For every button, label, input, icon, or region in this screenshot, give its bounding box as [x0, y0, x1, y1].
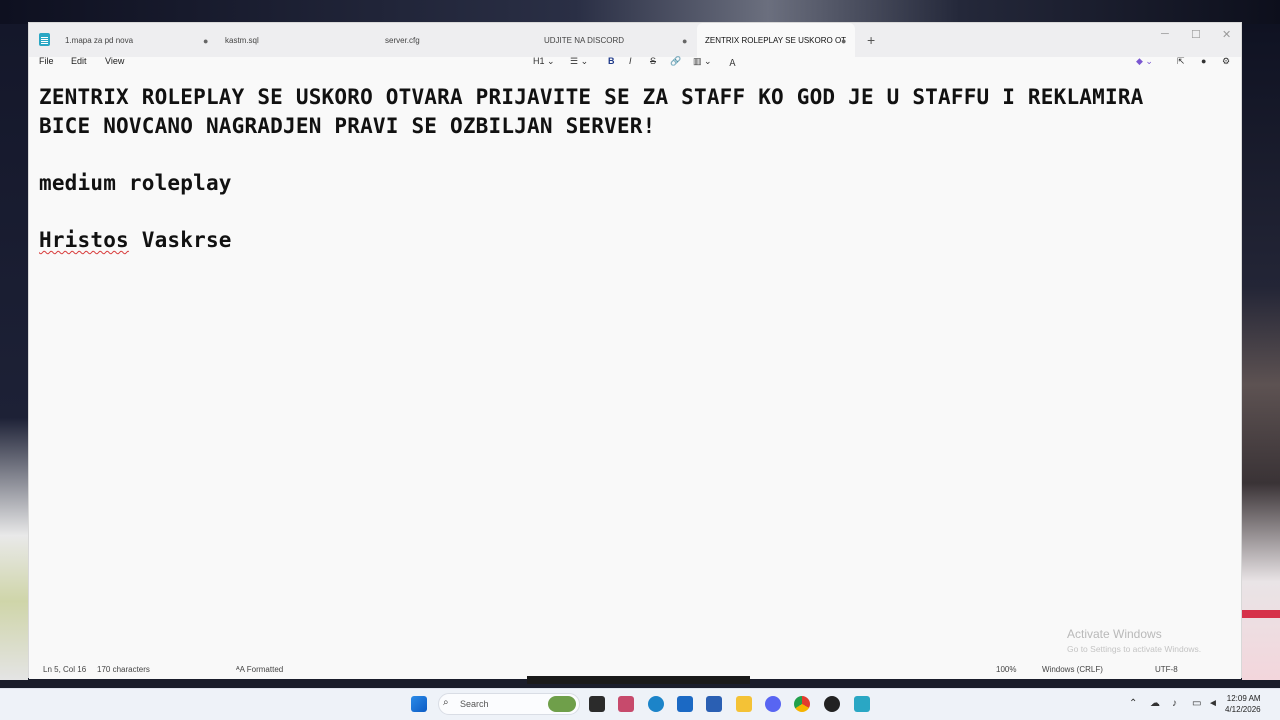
- edge-icon[interactable]: [648, 696, 664, 712]
- document-line: Hristos Vaskrse: [39, 226, 1229, 255]
- list-dropdown-icon[interactable]: ☰ ⌄: [570, 56, 588, 67]
- menu-file[interactable]: File: [39, 56, 54, 66]
- tab-label: ZENTRIX ROLEPLAY SE USKORO OT: [705, 36, 847, 45]
- modified-dot-icon: ●: [203, 36, 209, 46]
- overlay-bar: [527, 676, 750, 684]
- format-status[interactable]: ᴬA Formatted: [236, 665, 283, 674]
- taskbar: [0, 688, 1280, 720]
- notepad-window: 1.mapa za pd nova ● kastm.sql server.cfg…: [28, 22, 1242, 679]
- chrome-icon[interactable]: [794, 696, 810, 712]
- tab-label: kastm.sql: [225, 36, 259, 45]
- menu-bar: [29, 57, 1241, 83]
- widget-icon[interactable]: [548, 696, 576, 712]
- tab-kastm[interactable]: kastm.sql: [217, 23, 377, 57]
- desktop-background-stripe: [1242, 610, 1280, 618]
- document-line: BICE NOVCANO NAGRADJEN PRAVI SE OZBILJAN…: [39, 114, 656, 138]
- notepad-icon: [39, 33, 50, 46]
- volume-icon[interactable]: ◄: [1208, 698, 1218, 709]
- clock-time: 12:09 AM: [1226, 694, 1261, 703]
- table-dropdown-icon[interactable]: ▥ ⌄: [693, 56, 712, 67]
- clock[interactable]: 12:09 AM 4/12/2026: [1225, 693, 1261, 715]
- document-line: medium roleplay: [39, 171, 232, 195]
- modified-dot-icon: ●: [841, 36, 847, 46]
- menu-edit[interactable]: Edit: [71, 56, 87, 66]
- search-label: Search: [460, 699, 489, 709]
- format-label: Formatted: [246, 665, 284, 674]
- line-ending[interactable]: Windows (CRLF): [1042, 665, 1103, 674]
- format-icon: ᴬA: [236, 665, 245, 674]
- link-icon[interactable]: 🔗: [670, 56, 681, 67]
- desktop-background-left: [0, 24, 28, 680]
- tab-label: 1.mapa za pd nova: [65, 36, 134, 45]
- search-icon: ⌕: [443, 697, 449, 708]
- tray-chevron-icon[interactable]: ⌃: [1129, 698, 1137, 709]
- new-tab-icon[interactable]: +: [867, 32, 875, 48]
- tab-discord[interactable]: UDJITE NA DISCORD ●: [536, 23, 696, 57]
- start-icon[interactable]: [411, 696, 427, 712]
- desktop-background-right: [1242, 24, 1280, 680]
- document-word: Vaskrse: [141, 228, 232, 252]
- settings-gear-icon[interactable]: ⚙: [1222, 56, 1230, 67]
- tab-label: server.cfg: [385, 36, 420, 45]
- maximize-icon[interactable]: ☐: [1191, 28, 1201, 41]
- document-editor[interactable]: ZENTRIX ROLEPLAY SE USKORO OTVARA PRIJAV…: [39, 83, 1229, 255]
- clock-date: 4/12/2026: [1225, 705, 1261, 714]
- heading-dropdown[interactable]: H1 ⌄: [533, 56, 555, 67]
- watermark-title: Activate Windows: [1067, 627, 1162, 641]
- misspelled-word: Hristos: [39, 228, 129, 252]
- discord-icon[interactable]: [765, 696, 781, 712]
- store-icon[interactable]: [706, 696, 722, 712]
- microphone-icon[interactable]: ♪: [1172, 698, 1177, 709]
- task-view-icon[interactable]: [589, 696, 605, 712]
- copilot-icon[interactable]: ◆ ⌄: [1136, 56, 1153, 67]
- outlook-icon[interactable]: [677, 696, 693, 712]
- bold-button[interactable]: B: [608, 56, 615, 66]
- notepad-taskbar-icon[interactable]: [854, 696, 870, 712]
- strikethrough-button[interactable]: S: [650, 56, 656, 66]
- tab-label: UDJITE NA DISCORD: [544, 36, 625, 45]
- app-icon[interactable]: [618, 696, 634, 712]
- menu-view[interactable]: View: [105, 56, 124, 66]
- share-icon[interactable]: ⇱: [1177, 56, 1185, 67]
- italic-button[interactable]: I: [629, 56, 632, 66]
- heading-label: H1: [533, 56, 545, 66]
- onedrive-icon[interactable]: ☁: [1150, 698, 1160, 709]
- character-count: 170 characters: [97, 665, 150, 674]
- desktop-background-top: [0, 0, 1280, 24]
- encoding[interactable]: UTF-8: [1155, 665, 1178, 674]
- modified-dot-icon: ●: [682, 36, 688, 46]
- close-icon[interactable]: ✕: [1222, 28, 1231, 41]
- steam-icon[interactable]: [824, 696, 840, 712]
- zoom-level[interactable]: 100%: [996, 665, 1016, 674]
- watermark-subtitle: Go to Settings to activate Windows.: [1067, 644, 1202, 654]
- explorer-icon[interactable]: [736, 696, 752, 712]
- activate-windows-watermark: Activate Windows Go to Settings to activ…: [1067, 627, 1201, 654]
- account-icon[interactable]: ●: [1201, 56, 1206, 66]
- tab-mapa[interactable]: 1.mapa za pd nova ●: [57, 23, 217, 57]
- minimize-icon[interactable]: ─: [1161, 28, 1169, 40]
- cursor-position: Ln 5, Col 16: [43, 665, 87, 674]
- tab-server-cfg[interactable]: server.cfg: [377, 23, 537, 57]
- network-icon[interactable]: ▭: [1192, 698, 1201, 709]
- tab-zentrix[interactable]: ZENTRIX ROLEPLAY SE USKORO OT ●: [697, 23, 855, 57]
- document-line: ZENTRIX ROLEPLAY SE USKORO OTVARA PRIJAV…: [39, 85, 1144, 109]
- clear-formatting-icon[interactable]: Ａ: [728, 56, 737, 69]
